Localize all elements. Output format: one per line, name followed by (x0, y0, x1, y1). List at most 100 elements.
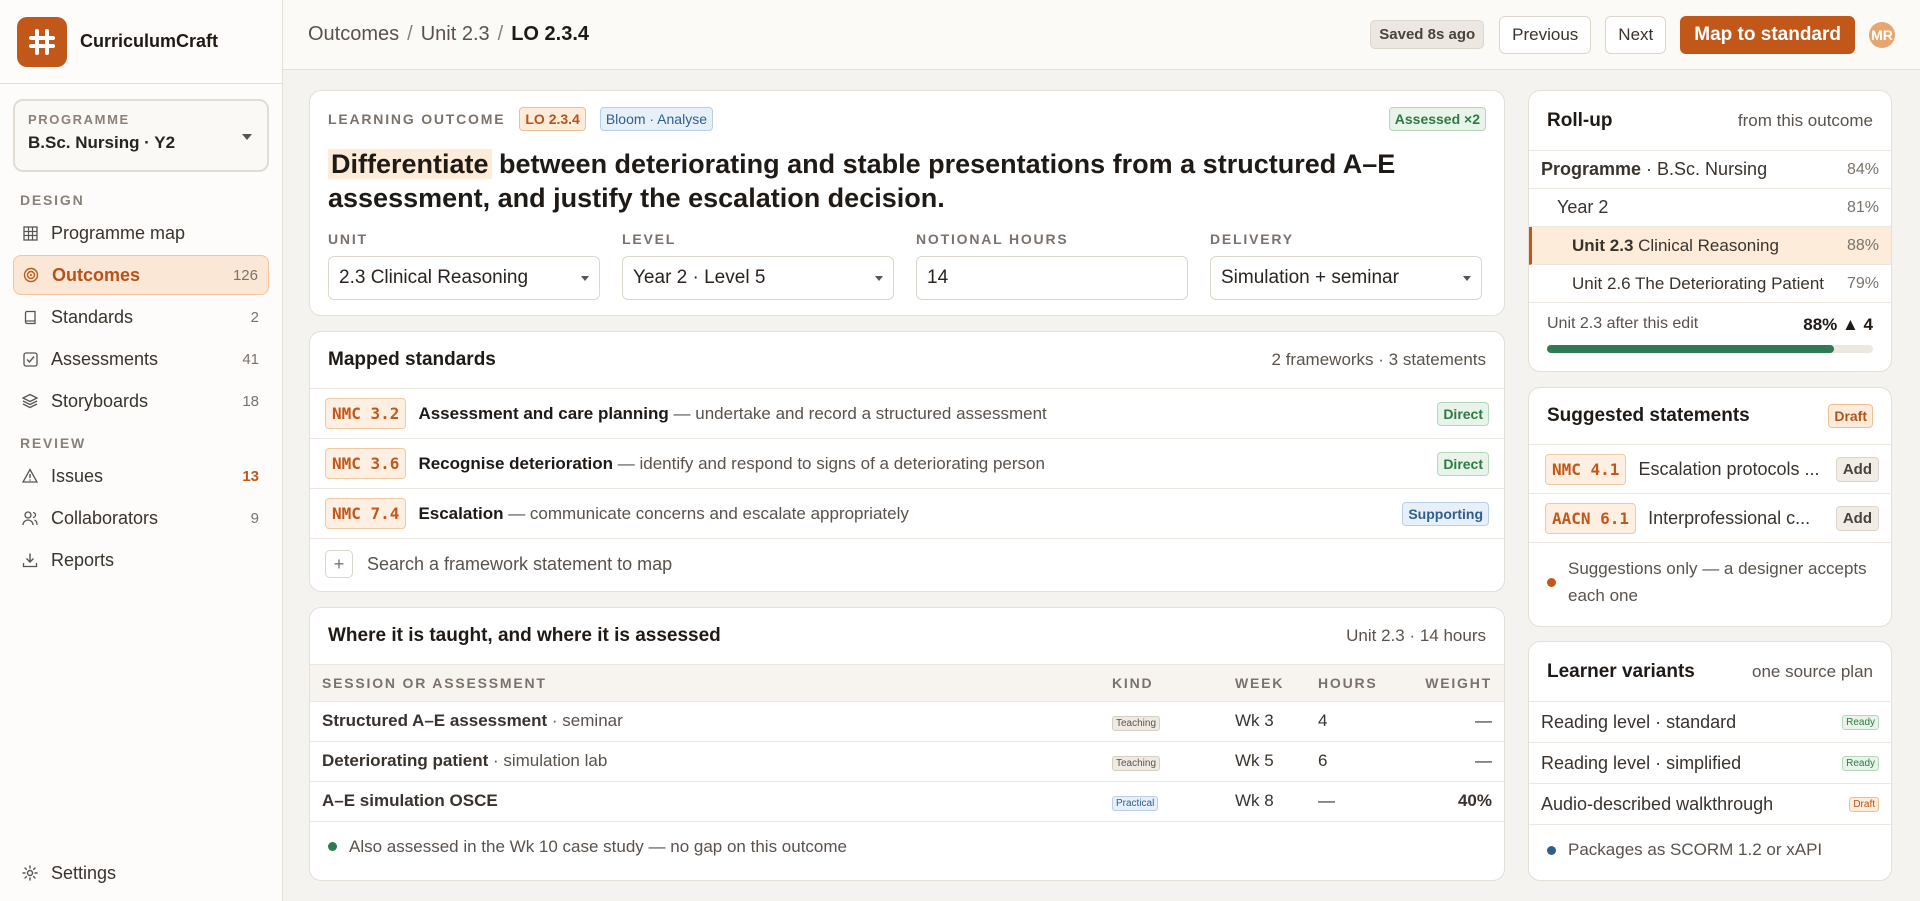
rollup-row[interactable]: Programme · B.Sc. Nursing 84% (1529, 151, 1891, 189)
status-dot-icon (1547, 577, 1556, 587)
column-header: KIND (1100, 665, 1223, 702)
chevron-down-icon (581, 276, 589, 281)
mapped-standard-row[interactable]: NMC 3.6 Recognise deterioration — identif… (310, 439, 1504, 489)
week-cell: Wk 3 (1223, 701, 1306, 742)
sidebar-item-settings[interactable]: Settings (13, 853, 270, 893)
sidebar-item-label: Collaborators (51, 507, 159, 528)
rollup-percent: 88% (1846, 236, 1879, 254)
review-nav: Issues 13 Collaborators 9 Reports (0, 456, 282, 580)
programme-select[interactable]: PROGRAMME B.Sc. Nursing · Y2 (13, 99, 269, 172)
column-header: SESSION OR ASSESSMENT (310, 665, 1100, 702)
outcome-fields: UNIT 2.3 Clinical Reasoning LEVEL Year 2 · … (328, 231, 1488, 311)
field-select[interactable]: Simulation + seminar (1210, 256, 1482, 300)
sidebar-item-issues[interactable]: Issues 13 (13, 456, 269, 496)
previous-button[interactable]: Previous (1499, 15, 1592, 54)
avatar[interactable]: MR (1869, 21, 1895, 48)
variant-row[interactable]: Audio-described walkthrough Draft (1529, 784, 1891, 825)
suggested-title: Suggested statements (1547, 405, 1750, 426)
field-select[interactable]: Year 2 · Level 5 (622, 256, 894, 300)
mapped-standards-title: Mapped standards (328, 349, 496, 370)
sidebar-item-standards[interactable]: Standards 2 (13, 297, 269, 337)
suggested-text: Escalation protocols ... (1638, 458, 1820, 479)
outcome-statement[interactable]: Differentiate between deteriorating and … (328, 147, 1458, 215)
sidebar-item-label: Reports (51, 549, 115, 570)
mapped-standard-row[interactable]: NMC 3.2 Assessment and care planning — un… (310, 389, 1504, 439)
sidebar-item-label: Outcomes (52, 264, 141, 285)
next-button[interactable]: Next (1605, 15, 1667, 54)
status-dot-icon (1547, 845, 1556, 855)
sidebar-item-label: Storyboards (51, 390, 149, 411)
variant-row[interactable]: Reading level · standard Ready (1529, 702, 1891, 743)
add-suggestion-button[interactable]: Add (1835, 456, 1879, 482)
rollup-label-text: Year 2 (1557, 197, 1609, 217)
field-input[interactable]: 14 (916, 256, 1188, 300)
table-row[interactable]: A–E simulation OSCE Practical Wk 8—40% (310, 781, 1504, 822)
map-to-standard-button[interactable]: Map to standard (1680, 15, 1855, 54)
sidebar-item-label: Programme map (51, 222, 186, 243)
field-label: UNIT (328, 231, 368, 247)
rollup-percent: 84% (1846, 160, 1879, 178)
variant-label: Reading level · simplified (1541, 752, 1742, 773)
sidebar-item-count: 2 (250, 308, 259, 326)
variant-status-badge: Ready (1842, 714, 1879, 730)
rollup-row[interactable]: Unit 2.3 Clinical Reasoning 88% (1529, 227, 1891, 265)
rollup-label-text: Unit 2.6 The Deteriorating Patient (1572, 273, 1824, 293)
sessions-table: SESSION OR ASSESSMENT KIND WEEK HOURS WE… (310, 665, 1504, 822)
table-row[interactable]: Structured A–E assessment · seminar Teach… (310, 701, 1504, 742)
field-select[interactable]: 2.3 Clinical Reasoning (328, 256, 600, 300)
variants-note-text: Packages as SCORM 1.2 or xAPI (1568, 840, 1823, 859)
sidebar-item-assessments[interactable]: Assessments 41 (13, 339, 269, 379)
variant-row[interactable]: Reading level · simplified Ready (1529, 743, 1891, 784)
sidebar-item-outcomes[interactable]: Outcomes 126 (13, 255, 269, 295)
standard-description: Assessment and care planning — undertake… (418, 404, 1437, 424)
session-cell: Structured A–E assessment · seminar (310, 701, 1100, 742)
kind-cell: Teaching (1100, 701, 1223, 742)
sessions-body: Structured A–E assessment · seminar Teach… (310, 701, 1504, 822)
rollup-percent: 81% (1846, 198, 1879, 216)
kind-badge: Teaching (1112, 756, 1161, 771)
rollup-row[interactable]: Unit 2.6 The Deteriorating Patient 79% (1529, 265, 1891, 303)
add-suggestion-button[interactable]: Add (1835, 505, 1879, 531)
rollup-header: Roll-up from this outcome (1529, 91, 1891, 151)
plus-icon[interactable]: + (325, 550, 353, 578)
session-cell: Deteriorating patient · simulation lab (310, 741, 1100, 782)
standard-code: NMC 7.4 (325, 498, 407, 529)
download-icon (21, 551, 39, 569)
column-header: WEIGHT (1406, 665, 1504, 702)
suggested-text: Interprofessional c... (1648, 507, 1811, 528)
mapped-standard-row[interactable]: NMC 7.4 Escalation — communicate concerns… (310, 489, 1504, 539)
programme-value: B.Sc. Nursing · Y2 (28, 133, 176, 152)
week-cell: Wk 5 (1223, 741, 1306, 782)
sidebar-item-programme-map[interactable]: Programme map (13, 213, 269, 253)
standard-detail: — communicate concerns and escalate appr… (503, 503, 909, 523)
breadcrumb-unit[interactable]: Unit 2.3 (421, 23, 490, 46)
field-delivery: DELIVERY Simulation + seminar (1210, 231, 1482, 300)
app-name: CurriculumCraft (80, 31, 219, 51)
draft-badge: Draft (1828, 404, 1873, 428)
weight-cell: 40% (1406, 781, 1504, 822)
session-cell: A–E simulation OSCE (310, 781, 1100, 822)
breadcrumb-outcomes[interactable]: Outcomes (308, 23, 399, 46)
chevron-down-icon (242, 134, 252, 140)
rollup-label-strong: Programme (1541, 159, 1642, 179)
suggested-code: AACN 6.1 (1545, 502, 1637, 534)
sidebar-item-label: Settings (51, 862, 117, 883)
sidebar-item-storyboards[interactable]: Storyboards 18 (13, 381, 269, 421)
framework-search-row[interactable]: + Search a framework statement to map (310, 539, 1504, 589)
rollup-progress-bar (1547, 345, 1873, 353)
book-icon (21, 308, 39, 326)
sidebar-item-collaborators[interactable]: Collaborators 9 (13, 498, 269, 538)
sidebar-item-reports[interactable]: Reports (13, 540, 269, 580)
rollup-row[interactable]: Year 2 81% (1529, 189, 1891, 227)
variant-label: Reading level · standard (1541, 711, 1737, 732)
variants-list: Reading level · standard Ready Reading lev… (1529, 702, 1891, 825)
sidebar-item-label: Standards (51, 306, 134, 327)
table-row[interactable]: Deteriorating patient · simulation lab Te… (310, 741, 1504, 782)
framework-search-input[interactable]: Search a framework statement to map (367, 554, 672, 575)
field-value: Year 2 · Level 5 (633, 267, 766, 288)
rollup-sub: from this outcome (1737, 110, 1873, 130)
suggested-list: NMC 4.1 Escalation protocols ... Add AACN 6… (1529, 445, 1891, 543)
rollup-label-strong: Unit 2.3 (1572, 235, 1634, 255)
week-cell: Wk 8 (1223, 781, 1306, 822)
nav-section-design: DESIGN (20, 192, 85, 208)
